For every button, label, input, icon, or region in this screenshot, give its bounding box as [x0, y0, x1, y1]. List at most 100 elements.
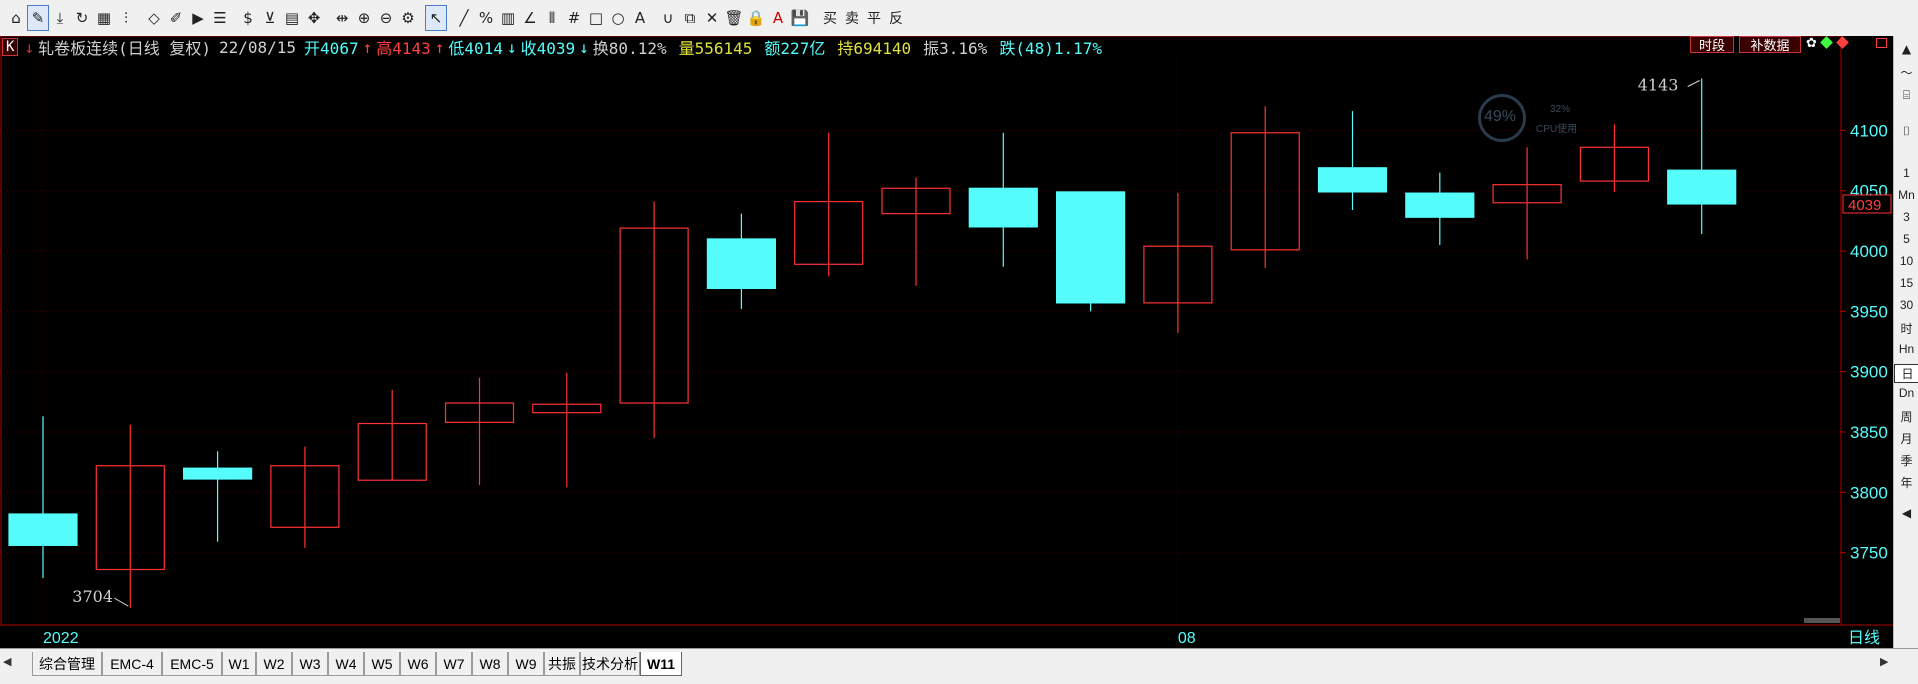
- refresh-icon[interactable]: ↻: [72, 6, 92, 30]
- period-item-9[interactable]: 日: [1894, 364, 1918, 383]
- instrument-title: 轧卷板连续(日线 复权): [38, 39, 211, 58]
- tab-scroll-right-icon[interactable]: ▶: [1880, 655, 1888, 668]
- tab-10[interactable]: W8: [472, 652, 508, 676]
- tab-9[interactable]: W7: [436, 652, 472, 676]
- window-icon[interactable]: [1876, 38, 1887, 48]
- down-arrow-icon: ↓: [506, 37, 517, 57]
- home-icon[interactable]: ⌂: [6, 6, 26, 30]
- open-price: 开4067: [304, 39, 359, 58]
- down-arrow-icon: ↓: [579, 37, 589, 57]
- candle-body: [968, 187, 1038, 228]
- tab-7[interactable]: W5: [364, 652, 400, 676]
- play-icon[interactable]: ▶: [188, 6, 208, 30]
- tab-scroll-left-icon[interactable]: ◀: [3, 655, 11, 668]
- period-item-6[interactable]: 30: [1894, 298, 1918, 312]
- percent-icon[interactable]: %: [476, 6, 496, 30]
- period-item-0[interactable]: 1: [1894, 166, 1918, 180]
- save-icon[interactable]: 💾: [790, 6, 810, 30]
- period-item-7[interactable]: 时: [1894, 320, 1918, 337]
- dollar-icon[interactable]: $: [238, 6, 258, 30]
- cpu-label: CPU使用: [1536, 124, 1578, 135]
- k-badge[interactable]: K: [2, 38, 19, 56]
- tab-13[interactable]: 技术分析: [580, 652, 640, 676]
- rectangle-icon[interactable]: □: [586, 6, 606, 30]
- period-item-4[interactable]: 10: [1894, 254, 1918, 268]
- tab-1[interactable]: EMC-4: [102, 652, 162, 676]
- settings-icon[interactable]: ⚙: [398, 6, 418, 30]
- pointer-icon[interactable]: ↖: [425, 5, 447, 31]
- tab-14[interactable]: W11: [640, 652, 682, 676]
- period-item-11[interactable]: 周: [1894, 408, 1918, 425]
- move-icon[interactable]: ✥: [304, 6, 324, 30]
- period-item-1[interactable]: Mn: [1894, 188, 1918, 202]
- close-position-button[interactable]: 平: [864, 6, 884, 30]
- horizontal-scrollbar: [1804, 618, 1840, 623]
- open-interest: 持694140: [837, 39, 912, 58]
- sell-button[interactable]: 卖: [842, 6, 862, 30]
- candle-body: [8, 513, 78, 546]
- period-item-12[interactable]: 月: [1894, 430, 1918, 447]
- kline-chart[interactable]: 3750380038503900395040004050410037044143…: [0, 36, 1918, 648]
- hash-icon[interactable]: #: [564, 6, 584, 30]
- table-icon[interactable]: ▤: [282, 6, 302, 30]
- edit-icon[interactable]: ✐: [166, 6, 186, 30]
- grid-icon[interactable]: ▦: [94, 6, 114, 30]
- quote-date: 22/08/15: [218, 37, 297, 57]
- scroll-down-icon[interactable]: ◀: [1894, 506, 1918, 520]
- tab-5[interactable]: W3: [292, 652, 328, 676]
- tab-8[interactable]: W6: [400, 652, 436, 676]
- period-item-13[interactable]: 季: [1894, 452, 1918, 469]
- zoom-out-icon[interactable]: ⊖: [376, 6, 396, 30]
- channel-icon[interactable]: ⫴: [542, 6, 562, 30]
- tab-12[interactable]: 共振: [544, 652, 580, 676]
- filter-icon[interactable]: ⊻: [260, 6, 280, 30]
- candle-body: [1317, 167, 1388, 193]
- scroll-up-icon[interactable]: ▲: [1894, 42, 1918, 56]
- lock-icon[interactable]: 🔒: [746, 6, 766, 30]
- ellipse-icon[interactable]: ○: [608, 6, 628, 30]
- angle-icon[interactable]: ∠: [520, 6, 540, 30]
- y-tick-label: 4100: [1850, 121, 1888, 140]
- period-item-10[interactable]: Dn: [1894, 386, 1918, 400]
- period-item-2[interactable]: 3: [1894, 210, 1918, 224]
- x-tick-label: 2022: [43, 630, 79, 647]
- pen-icon[interactable]: ✎: [27, 5, 49, 31]
- tab-2[interactable]: EMC-5: [162, 652, 222, 676]
- period-item-14[interactable]: 年: [1894, 474, 1918, 491]
- period-item-3[interactable]: 5: [1894, 232, 1918, 246]
- annotation-label: 4143: [1638, 76, 1679, 95]
- tab-4[interactable]: W2: [256, 652, 292, 676]
- chart-candle-icon[interactable]: ⌸: [1894, 88, 1918, 103]
- zoom-in-icon[interactable]: ⊕: [354, 6, 374, 30]
- notes-icon[interactable]: ☰: [210, 6, 230, 30]
- period-item-8[interactable]: Hn: [1894, 342, 1918, 356]
- chart-area-icon[interactable]: ⌷: [1894, 124, 1918, 139]
- indicator-icon[interactable]: ⫶: [116, 6, 136, 30]
- candle-body: [1405, 192, 1475, 218]
- annotation-label: 3704: [72, 587, 113, 606]
- tab-3[interactable]: W1: [222, 652, 256, 676]
- tab-0[interactable]: 综合管理: [32, 652, 102, 676]
- settings-icon[interactable]: ✿: [1806, 36, 1817, 51]
- reverse-button[interactable]: 反: [886, 6, 906, 30]
- tab-11[interactable]: W9: [508, 652, 544, 676]
- period-label: 日线: [1848, 629, 1880, 647]
- chart-line-icon[interactable]: 〜: [1894, 64, 1918, 81]
- period-button[interactable]: 时段: [1690, 36, 1734, 53]
- y-tick-label: 3800: [1850, 483, 1888, 502]
- period-item-5[interactable]: 15: [1894, 276, 1918, 290]
- download-icon[interactable]: ⤓: [50, 6, 70, 30]
- diamond-icon[interactable]: ◇: [144, 6, 164, 30]
- color-icon[interactable]: A: [768, 6, 788, 30]
- fill-data-button[interactable]: 补数据: [1739, 36, 1801, 53]
- magnet-icon[interactable]: ∪: [658, 6, 678, 30]
- text-tool-icon[interactable]: A: [630, 6, 650, 30]
- fib-icon[interactable]: ▥: [498, 6, 518, 30]
- tab-6[interactable]: W4: [328, 652, 364, 676]
- trash-icon[interactable]: 🗑: [724, 6, 744, 30]
- delete-icon[interactable]: ✕: [702, 6, 722, 30]
- cursor-range-icon[interactable]: ⇹: [332, 6, 352, 30]
- line-tool-icon[interactable]: ╱: [454, 6, 474, 30]
- copy-icon[interactable]: ⧉: [680, 6, 700, 30]
- buy-button[interactable]: 买: [820, 6, 840, 30]
